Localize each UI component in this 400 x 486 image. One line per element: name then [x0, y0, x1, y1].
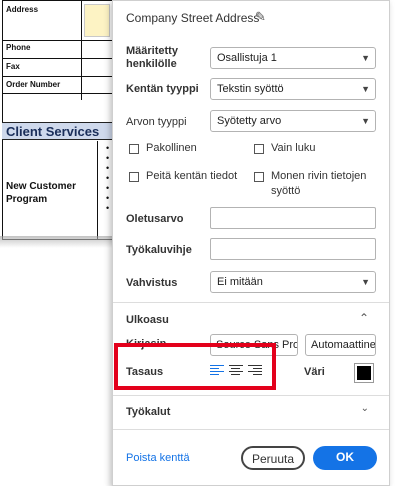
- assigned-value: Osallistuja 1: [217, 52, 277, 64]
- font-size-select[interactable]: Automaattinen: [305, 334, 376, 356]
- row-new-customer-program: New Customer Program: [6, 181, 77, 205]
- field-type-value: Tekstin syöttö: [217, 83, 284, 95]
- chevron-up-icon[interactable]: ⌃: [359, 311, 369, 325]
- color-fill: [357, 366, 371, 380]
- assigned-select[interactable]: Osallistuja 1 ▼: [210, 47, 376, 69]
- chevron-down-icon: ▼: [361, 84, 370, 94]
- validation-value: Ei mitään: [217, 276, 263, 288]
- divider: [113, 429, 389, 430]
- field-type-label: Kentän tyyppi: [126, 83, 199, 95]
- validation-select[interactable]: Ei mitään ▼: [210, 271, 376, 293]
- default-value-input[interactable]: [210, 207, 376, 229]
- row-order-number: Order Number: [2, 76, 124, 94]
- default-value-label: Oletusarvo: [126, 213, 184, 225]
- pencil-icon[interactable]: ✎: [255, 9, 266, 25]
- tooltip-label: Työkaluvihje: [126, 244, 192, 256]
- field-type-select[interactable]: Tekstin syöttö ▼: [210, 78, 376, 100]
- assigned-label: Määritetty henkilölle: [126, 45, 178, 70]
- required-checkbox[interactable]: [129, 144, 139, 154]
- multiline-checkbox[interactable]: [254, 172, 264, 182]
- validation-label: Vahvistus: [126, 277, 178, 289]
- chevron-down-icon: ▼: [361, 277, 370, 287]
- field-properties-dialog: Company Street Address ✎ Määritetty henk…: [112, 0, 390, 486]
- background-document: Address Phone Fax Order Number Client Se…: [0, 0, 125, 486]
- color-label: Väri: [304, 366, 325, 378]
- row-phone: Phone: [2, 40, 124, 58]
- row-fax: Fax: [2, 58, 124, 76]
- divider: [113, 395, 389, 396]
- value-type-select[interactable]: Syötetty arvo ▼: [210, 110, 376, 132]
- tools-section-title: Työkalut: [126, 406, 171, 418]
- read-only-checkbox-label: Vain luku: [271, 142, 316, 154]
- chevron-down-icon: ▼: [361, 116, 370, 126]
- hide-field-checkbox[interactable]: [129, 172, 139, 182]
- chevron-down-icon: ▼: [361, 53, 370, 63]
- appearance-section-title: Ulkoasu: [126, 314, 169, 326]
- font-size-value: Automaattinen: [311, 339, 376, 351]
- text-color-swatch[interactable]: [354, 363, 374, 383]
- required-checkbox-label: Pakollinen: [146, 142, 197, 154]
- section-header-client-services: Client Services: [2, 122, 124, 140]
- read-only-checkbox[interactable]: [254, 144, 264, 154]
- annotation-highlight-box: [114, 343, 276, 390]
- row-address: Address: [2, 0, 124, 40]
- cancel-button[interactable]: Peruuta: [241, 446, 305, 470]
- chevron-down-icon[interactable]: ⌄: [361, 403, 369, 414]
- hide-field-checkbox-label: Peitä kentän tiedot: [146, 170, 238, 182]
- tooltip-input[interactable]: [210, 238, 376, 260]
- delete-field-link[interactable]: Poista kenttä: [126, 452, 190, 464]
- table-border-inner: [97, 141, 98, 239]
- page-shadow: [0, 236, 124, 248]
- multiline-checkbox-label: Monen rivin tietojen syöttö: [271, 170, 367, 197]
- field-name-title: Company Street Address: [126, 11, 260, 25]
- value-type-value: Syötetty arvo: [217, 115, 282, 127]
- ok-button[interactable]: OK: [313, 446, 377, 470]
- divider: [113, 302, 389, 303]
- value-type-label: Arvon tyyppi: [126, 116, 187, 128]
